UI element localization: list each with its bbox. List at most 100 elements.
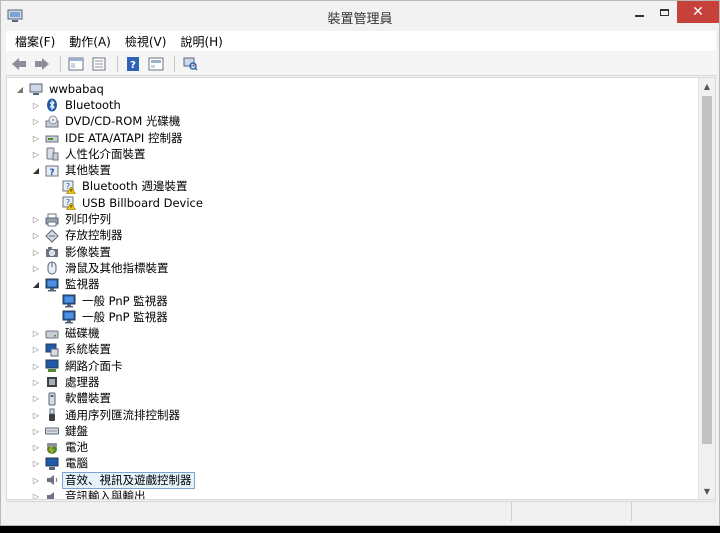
expand-arrow-icon[interactable]: ▷	[31, 410, 41, 420]
expand-arrow-icon[interactable]: ▷	[31, 263, 41, 273]
help-icon: ?	[127, 56, 139, 71]
tree-category[interactable]: ▷ 電池	[7, 440, 697, 456]
menu-view[interactable]: 檢視(V)	[120, 33, 172, 50]
tree-device[interactable]: ? Bluetooth 週邊裝置	[7, 179, 697, 195]
scan-hardware-button[interactable]	[180, 55, 200, 73]
desktop-edge	[0, 526, 720, 533]
tree-item-label: 電池	[65, 440, 88, 455]
tree-category[interactable]: ▷ DVD/CD-ROM 光碟機	[7, 114, 697, 130]
tree-category[interactable]: ▷ 音效、視訊及遊戲控制器	[7, 471, 697, 489]
menu-action[interactable]: 動作(A)	[64, 33, 116, 50]
toolbar-separator	[117, 55, 118, 72]
collapse-arrow-icon[interactable]: ◢	[15, 84, 25, 94]
expand-arrow-icon[interactable]: ▷	[31, 475, 41, 485]
tree-category[interactable]: ▷ 人性化介面裝置	[7, 146, 697, 162]
software-device-icon	[45, 392, 59, 406]
expand-arrow-icon[interactable]: ▷	[31, 329, 41, 339]
scroll-down-arrow-icon[interactable]: ▼	[699, 483, 715, 499]
tree-root[interactable]: ◢ wwbabaq	[7, 81, 697, 97]
vertical-scrollbar[interactable]: ▲ ▼	[698, 78, 715, 499]
tree-category[interactable]: ▷ 軟體裝置	[7, 391, 697, 407]
forward-button[interactable]	[32, 55, 52, 73]
collapse-arrow-icon[interactable]: ◢	[31, 166, 41, 176]
expand-arrow-icon[interactable]: ▷	[31, 231, 41, 241]
tree-item-label: 鍵盤	[65, 423, 88, 438]
speaker-icon	[45, 473, 59, 487]
scroll-up-arrow-icon[interactable]: ▲	[699, 78, 715, 94]
tree-category[interactable]: ▷ 系統裝置	[7, 342, 697, 358]
tree-category[interactable]: ▷ 處理器	[7, 374, 697, 390]
tree-item-label: Bluetooth	[65, 97, 121, 112]
tree-category[interactable]: ◢? 其他裝置	[7, 162, 697, 178]
tree-category[interactable]: ▷ 音訊輸入與輸出	[7, 488, 697, 499]
minimize-button[interactable]	[626, 1, 652, 23]
tree-item-label: 存放控制器	[65, 228, 123, 243]
tree-item-label: 磁碟機	[65, 326, 100, 341]
properties-button[interactable]	[66, 55, 86, 73]
scrollbar-thumb[interactable]	[702, 96, 712, 444]
menu-bar: 檔案(F) 動作(A) 檢視(V) 說明(H)	[6, 31, 716, 51]
tree-category[interactable]: ▷ 影像裝置	[7, 244, 697, 260]
expand-arrow-icon[interactable]: ▷	[31, 247, 41, 257]
view-button[interactable]	[146, 55, 166, 73]
expand-arrow-icon[interactable]: ▷	[31, 215, 41, 225]
warning-device-icon: ?	[62, 196, 76, 211]
tree-category[interactable]: ▷ 列印佇列	[7, 211, 697, 227]
tree-category[interactable]: ◢ 監視器	[7, 277, 697, 293]
close-button[interactable]: ✕	[677, 1, 719, 23]
tree-category[interactable]: ▷ 存放控制器	[7, 228, 697, 244]
tree-category[interactable]: ▷ 滑鼠及其他指標裝置	[7, 260, 697, 276]
tree-item-label: 其他裝置	[65, 163, 111, 178]
tree-item-label: 一般 PnP 監視器	[82, 309, 168, 324]
expand-arrow-icon[interactable]: ▷	[31, 459, 41, 469]
expand-arrow-icon[interactable]: ▷	[31, 117, 41, 127]
tree-item-label: 滑鼠及其他指標裝置	[65, 260, 169, 275]
battery-icon	[45, 441, 59, 455]
expand-arrow-icon[interactable]: ▷	[31, 133, 41, 143]
maximize-icon	[659, 8, 669, 16]
tree-device[interactable]: 一般 PnP 監視器	[7, 309, 697, 325]
status-bar	[6, 501, 716, 521]
tree-device[interactable]: ? USB Billboard Device	[7, 195, 697, 211]
tree-item-label: 音效、視訊及遊戲控制器	[62, 471, 195, 489]
hid-icon	[45, 147, 59, 161]
tree-device[interactable]: 一般 PnP 監視器	[7, 293, 697, 309]
maximize-button[interactable]	[652, 1, 676, 23]
tree-category[interactable]: ▷ 磁碟機	[7, 325, 697, 341]
mouse-icon	[45, 261, 59, 275]
help-button[interactable]: ?	[123, 55, 143, 73]
tree-item-label: 人性化介面裝置	[65, 146, 146, 161]
expand-arrow-icon[interactable]: ▷	[31, 426, 41, 436]
expand-arrow-icon[interactable]: ▷	[31, 149, 41, 159]
expand-arrow-icon[interactable]: ▷	[31, 443, 41, 453]
refresh-view-button[interactable]	[89, 55, 109, 73]
toolbar-separator	[60, 55, 61, 72]
tree-category[interactable]: ▷ 通用序列匯流排控制器	[7, 407, 697, 423]
tree-root-label: wwbabaq	[49, 81, 104, 96]
expand-arrow-icon[interactable]: ▷	[31, 345, 41, 355]
expand-arrow-icon[interactable]: ▷	[31, 100, 41, 110]
expand-arrow-icon[interactable]: ▷	[31, 361, 41, 371]
tree-category[interactable]: ▷ IDE ATA/ATAPI 控制器	[7, 130, 697, 146]
menu-help[interactable]: 說明(H)	[175, 33, 227, 50]
expand-arrow-icon[interactable]: ▷	[31, 492, 41, 499]
tree-item-label: 電腦	[65, 456, 88, 471]
status-cell	[6, 502, 512, 521]
expand-arrow-icon[interactable]: ▷	[31, 377, 41, 387]
tree-category[interactable]: ▷ 鍵盤	[7, 423, 697, 439]
device-tree: ◢ wwbabaq ▷ Bluetooth ▷ DVD/CD-ROM 光碟機 ▷ IDE …	[7, 81, 697, 499]
svg-text:?: ?	[49, 168, 54, 178]
menu-file[interactable]: 檔案(F)	[10, 33, 60, 50]
monitor-icon	[62, 310, 76, 324]
tree-category[interactable]: ▷ 網路介面卡	[7, 358, 697, 374]
back-button[interactable]	[9, 55, 29, 73]
expand-arrow-icon[interactable]: ▷	[31, 394, 41, 404]
collapse-arrow-icon[interactable]: ◢	[31, 280, 41, 290]
title-bar[interactable]: 裝置管理員 ✕	[1, 1, 719, 31]
svg-text:?: ?	[130, 60, 136, 71]
tree-category[interactable]: ▷ Bluetooth	[7, 97, 697, 113]
warning-device-icon: ?	[62, 180, 76, 194]
tree-category[interactable]: ▷ 電腦	[7, 456, 697, 472]
storage-controller-icon	[45, 229, 59, 243]
